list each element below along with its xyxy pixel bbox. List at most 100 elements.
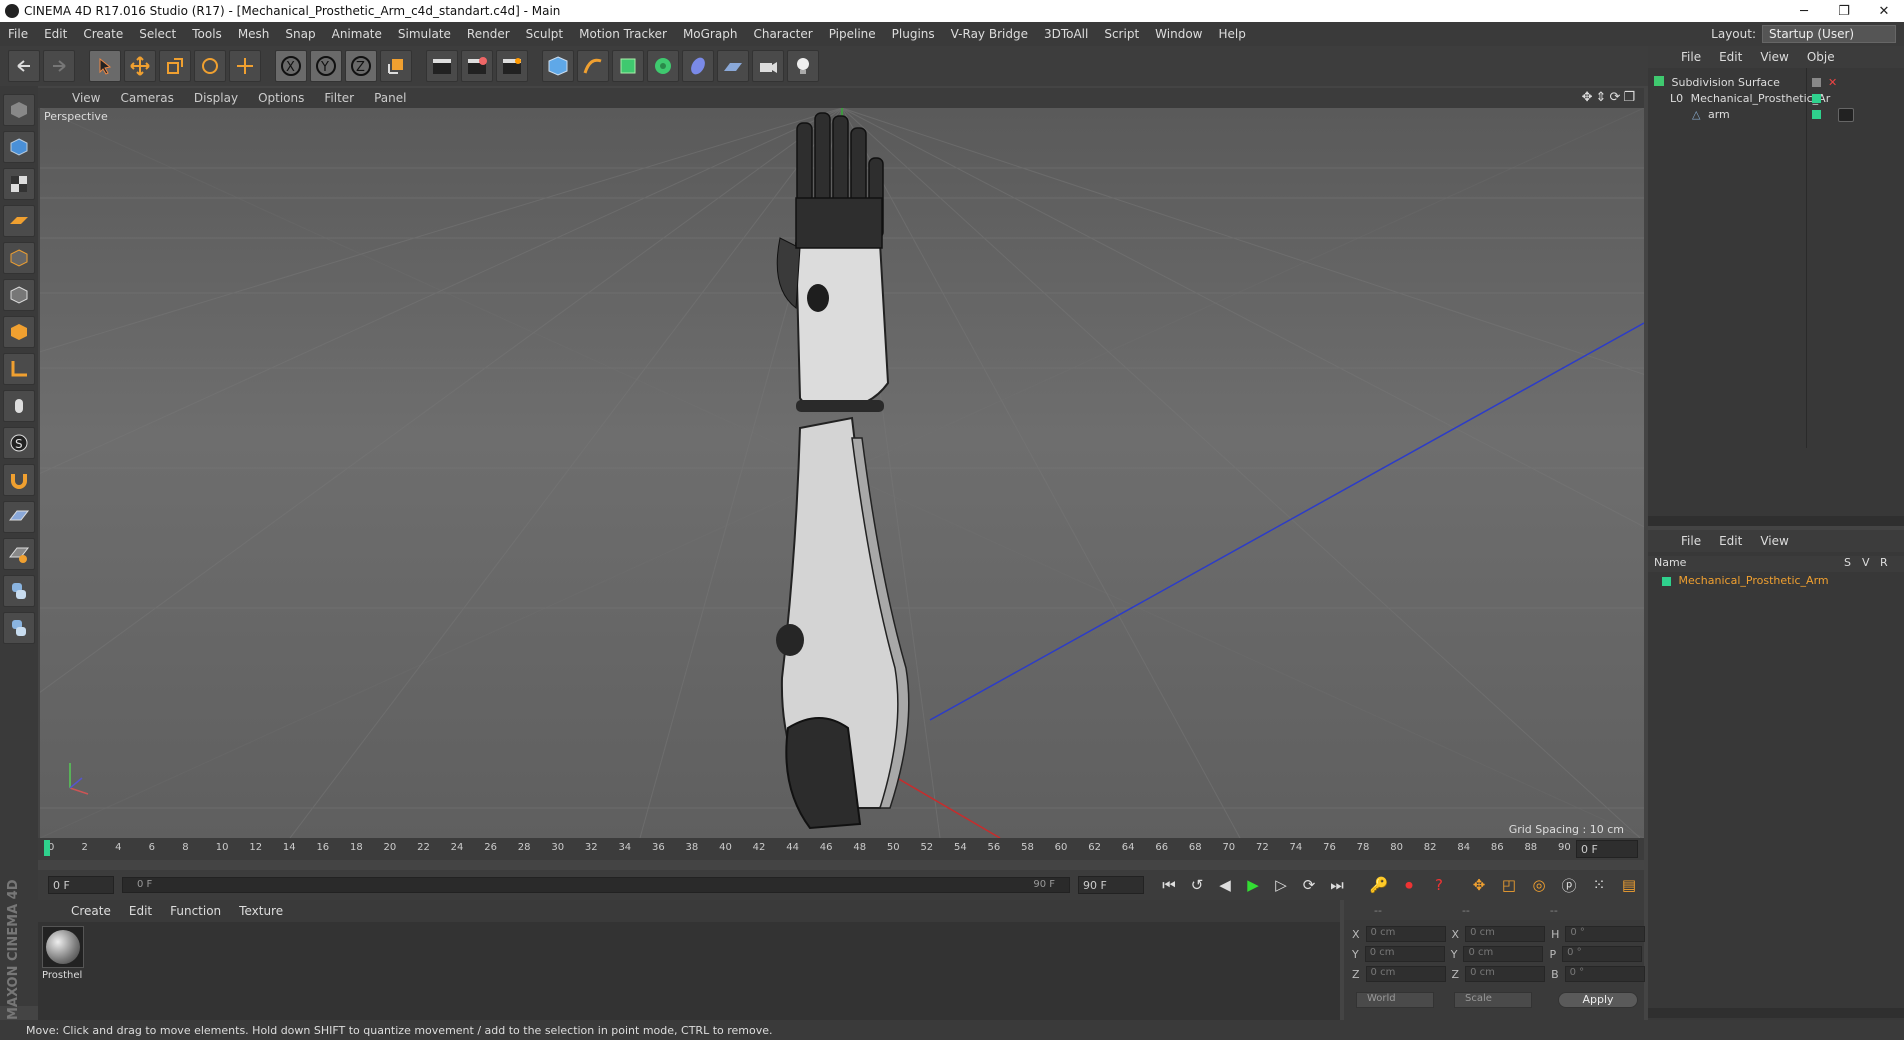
start-frame-field[interactable]: 0 F — [48, 876, 114, 894]
workplane-mode-icon[interactable] — [3, 205, 35, 237]
floor-icon[interactable] — [717, 50, 749, 82]
texture-mode-icon[interactable] — [3, 168, 35, 200]
layer-row[interactable]: Mechanical_Prosthetic_Arm — [1662, 574, 1829, 587]
world-dropdown[interactable]: World — [1356, 992, 1434, 1008]
edges-mode-icon[interactable] — [3, 279, 35, 311]
viewport-menu-display[interactable]: Display — [184, 91, 248, 105]
timeline-window-icon[interactable]: ▤ — [1616, 872, 1642, 898]
menu-mograph[interactable]: MoGraph — [675, 27, 746, 41]
frame-range-slider[interactable]: 0 F 90 F — [122, 877, 1070, 893]
menu-render[interactable]: Render — [459, 27, 518, 41]
workplane-grid-icon[interactable] — [3, 501, 35, 533]
previous-frame-icon[interactable]: ◀ — [1212, 872, 1238, 898]
tweak-mode-icon[interactable] — [3, 390, 35, 422]
layer-tag-icon[interactable] — [1812, 94, 1821, 103]
rot-h-field[interactable]: 0 ° — [1565, 926, 1646, 942]
subdivision-surface-icon[interactable] — [612, 50, 644, 82]
viewport-menu-filter[interactable]: Filter — [314, 91, 364, 105]
redo-button[interactable] — [43, 50, 75, 82]
axis-mode-icon[interactable] — [3, 353, 35, 385]
cloner-icon[interactable] — [647, 50, 679, 82]
layer-menu-edit[interactable]: Edit — [1710, 534, 1751, 548]
menu-animate[interactable]: Animate — [324, 27, 390, 41]
coordinate-system-icon[interactable] — [380, 50, 412, 82]
object-menu-objects[interactable]: Obje — [1798, 50, 1844, 64]
magnet-icon[interactable] — [3, 464, 35, 496]
menu-script[interactable]: Script — [1096, 27, 1147, 41]
render-picture-viewer-icon[interactable] — [461, 50, 493, 82]
apply-button[interactable]: Apply — [1558, 992, 1638, 1008]
object-scrollbar[interactable] — [1648, 516, 1904, 526]
viewport[interactable]: Perspective Grid Spacing : 10 cm — [40, 108, 1644, 838]
rotate-tool-icon[interactable] — [194, 50, 226, 82]
viewport-menu-cameras[interactable]: Cameras — [110, 91, 183, 105]
object-menu-edit[interactable]: Edit — [1710, 50, 1751, 64]
size-y-field[interactable]: 0 cm — [1463, 946, 1544, 962]
go-to-end-icon[interactable]: ⏭ — [1324, 872, 1350, 898]
size-x-field[interactable]: 0 cm — [1465, 926, 1546, 942]
current-frame-field[interactable]: 0 F — [1576, 840, 1638, 858]
record-icon[interactable]: ⏺ — [1396, 872, 1422, 898]
end-frame-field[interactable]: 90 F — [1078, 876, 1144, 894]
material-menu-edit[interactable]: Edit — [120, 904, 161, 918]
undo-button[interactable] — [8, 50, 40, 82]
transform-tool-icon[interactable] — [229, 50, 261, 82]
layer-tag-icon[interactable] — [1812, 78, 1821, 87]
x-axis-lock-icon[interactable]: X — [275, 50, 307, 82]
viewport-nav-icons[interactable]: ✥⇕⟳❐ — [1582, 90, 1638, 105]
menu-select[interactable]: Select — [131, 27, 184, 41]
layer-menu-file[interactable]: File — [1672, 534, 1710, 548]
playhead[interactable] — [44, 840, 50, 856]
viewport-menu-view[interactable]: View — [62, 91, 110, 105]
rot-p-field[interactable]: 0 ° — [1562, 946, 1643, 962]
light-icon[interactable] — [787, 50, 819, 82]
menu-help[interactable]: Help — [1210, 27, 1253, 41]
object-row-subdivision-surface[interactable]: Subdivision Surface — [1654, 76, 1780, 89]
material-menu-function[interactable]: Function — [161, 904, 230, 918]
move-tool-icon[interactable] — [124, 50, 156, 82]
menu-plugins[interactable]: Plugins — [884, 27, 943, 41]
menu-vray-bridge[interactable]: V-Ray Bridge — [943, 27, 1036, 41]
layer-tag-icon[interactable] — [1812, 110, 1821, 119]
close-button[interactable]: ✕ — [1864, 0, 1904, 22]
make-editable-icon[interactable] — [3, 94, 35, 126]
key-position-icon[interactable]: ✥ — [1466, 872, 1492, 898]
locked-workplane-icon[interactable] — [3, 538, 35, 570]
key-rotation-icon[interactable]: ◎ — [1526, 872, 1552, 898]
menu-simulate[interactable]: Simulate — [390, 27, 459, 41]
viewport-menu-options[interactable]: Options — [248, 91, 314, 105]
snap-icon[interactable]: S — [3, 427, 35, 459]
keyframe-selection-icon[interactable]: 🔑 — [1366, 872, 1392, 898]
material-menu-create[interactable]: Create — [62, 904, 120, 918]
spline-pen-icon[interactable] — [577, 50, 609, 82]
render-view-icon[interactable] — [426, 50, 458, 82]
menu-sculpt[interactable]: Sculpt — [518, 27, 571, 41]
model-mode-icon[interactable] — [3, 131, 35, 163]
viewport-menu-panel[interactable]: Panel — [364, 91, 416, 105]
python-script-icon[interactable] — [3, 575, 35, 607]
menu-motion-tracker[interactable]: Motion Tracker — [571, 27, 675, 41]
go-to-start-icon[interactable]: ⏮ — [1156, 872, 1182, 898]
menu-mesh[interactable]: Mesh — [230, 27, 278, 41]
points-mode-icon[interactable] — [3, 242, 35, 274]
scale-tool-icon[interactable] — [159, 50, 191, 82]
menu-window[interactable]: Window — [1147, 27, 1210, 41]
object-row-arm[interactable]: △ arm — [1692, 108, 1730, 121]
size-z-field[interactable]: 0 cm — [1465, 966, 1546, 982]
key-parameter-icon[interactable]: ⓟ — [1556, 872, 1582, 898]
autokey-help-icon[interactable]: ? — [1426, 872, 1452, 898]
material-tag-icon[interactable] — [1838, 108, 1854, 122]
minimize-button[interactable]: ─ — [1784, 0, 1824, 22]
layer-scrollbar[interactable] — [1648, 1008, 1904, 1018]
maximize-button[interactable]: ❐ — [1824, 0, 1864, 22]
menu-pipeline[interactable]: Pipeline — [821, 27, 884, 41]
object-menu-view[interactable]: View — [1751, 50, 1797, 64]
play-icon[interactable]: ▶ — [1240, 872, 1266, 898]
previous-key-icon[interactable]: ↺ — [1184, 872, 1210, 898]
camera-icon[interactable] — [752, 50, 784, 82]
material-menu-texture[interactable]: Texture — [230, 904, 292, 918]
menu-create[interactable]: Create — [75, 27, 131, 41]
material-swatch[interactable]: Prosthel — [42, 926, 86, 986]
layer-menu-view[interactable]: View — [1751, 534, 1797, 548]
timeline-ruler[interactable]: 0 2 4 6 8 10 12 14 16 18 20 22 24 26 28 30 32 34 36 38 40 42 4… — [38, 838, 1644, 860]
